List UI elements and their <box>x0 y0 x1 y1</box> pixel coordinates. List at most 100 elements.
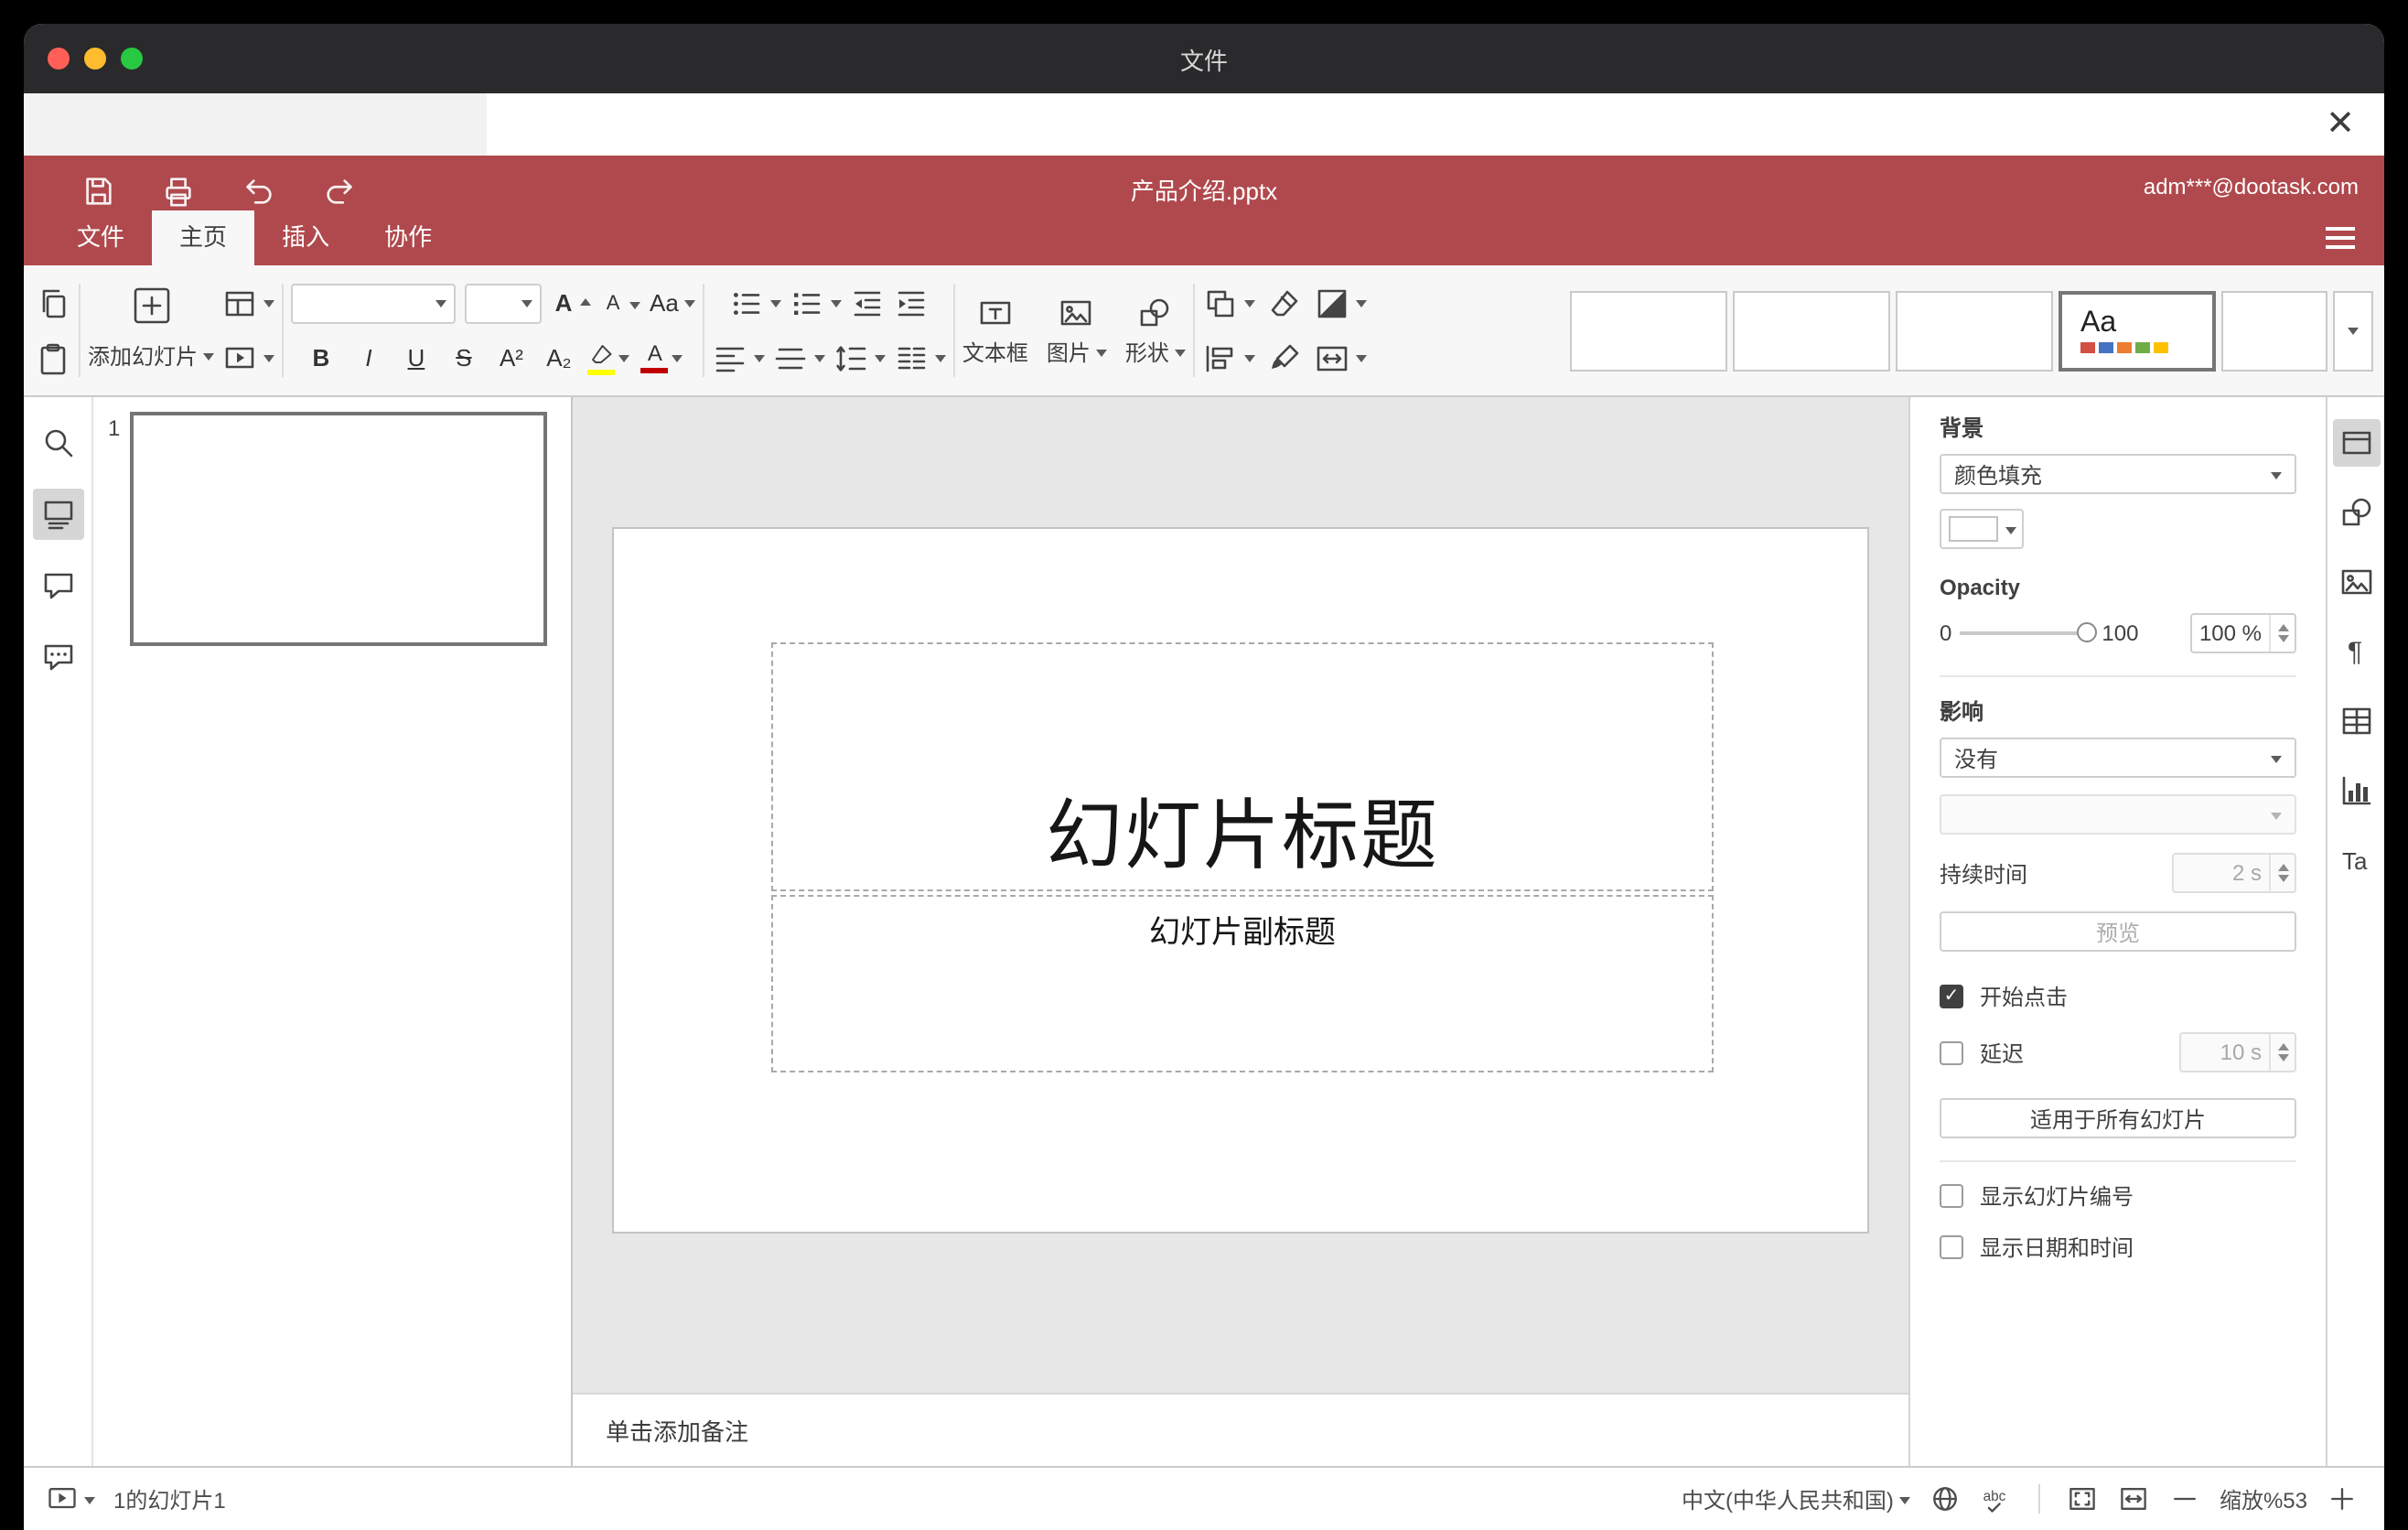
opacity-input[interactable]: 100 % <box>2190 613 2296 653</box>
copy-button[interactable] <box>35 281 71 325</box>
subtitle-placeholder[interactable]: 幻灯片副标题 <box>771 895 1714 1072</box>
slide-thumbnail[interactable] <box>130 412 547 646</box>
title-placeholder[interactable]: 幻灯片标题 <box>771 642 1714 891</box>
panel-paragraph-settings-button[interactable]: ¶ <box>2332 628 2380 675</box>
color-scheme-button[interactable] <box>1314 281 1367 325</box>
spinner-arrows[interactable] <box>2269 615 2295 652</box>
show-slide-number-checkbox[interactable] <box>1940 1184 1963 1208</box>
insert-textbox-button[interactable]: 文本框 <box>962 294 1028 367</box>
font-name-select[interactable] <box>291 283 457 323</box>
theme-tile[interactable] <box>1570 290 1727 371</box>
tab-collaboration[interactable]: 协作 <box>357 210 459 265</box>
user-email: adm***@dootask.com <box>2143 174 2359 199</box>
insert-image-button[interactable]: 图片 <box>1047 294 1107 367</box>
sidebar-comments-button[interactable] <box>32 560 83 611</box>
increase-font-button[interactable]: A <box>551 281 592 325</box>
superscript-button[interactable]: A² <box>493 336 530 380</box>
sidebar-chat-button[interactable] <box>32 631 83 683</box>
effect-select[interactable]: 没有 <box>1940 738 2296 778</box>
sidebar-slides-button[interactable] <box>32 489 83 540</box>
sidebar-search-button[interactable] <box>32 417 83 469</box>
show-date-time-checkbox[interactable] <box>1940 1235 1963 1259</box>
spellcheck-button[interactable]: abc <box>1980 1479 2013 1519</box>
arrange-shape-button[interactable] <box>1202 281 1255 325</box>
fit-slide-button[interactable] <box>2066 1479 2099 1519</box>
background-fill-select[interactable]: 颜色填充 <box>1940 454 2296 494</box>
increase-indent-button[interactable] <box>893 281 930 325</box>
paragraph-settings-icon: ¶ <box>2347 637 2361 667</box>
menu-icon[interactable] <box>2326 227 2355 249</box>
start-on-click-checkbox[interactable]: ✓ <box>1940 985 1963 1008</box>
copy-style-button[interactable] <box>1266 336 1303 380</box>
close-window-button[interactable] <box>48 48 70 70</box>
add-slide-menu-button[interactable]: 添加幻灯片 <box>88 333 215 377</box>
paste-button[interactable] <box>35 336 71 380</box>
bold-button[interactable]: B <box>303 336 339 380</box>
decrease-indent-button[interactable] <box>849 281 886 325</box>
underline-button[interactable]: U <box>398 336 435 380</box>
add-slide-button[interactable] <box>131 284 171 328</box>
zoom-in-button[interactable] <box>2326 1479 2359 1519</box>
tab-insert[interactable]: 插入 <box>254 210 357 265</box>
change-layout-button[interactable] <box>221 281 275 325</box>
line-spacing-button[interactable] <box>833 336 886 380</box>
notes-area[interactable]: 单击添加备注 <box>573 1393 1908 1466</box>
highlight-color-button[interactable] <box>587 336 616 380</box>
subscript-button[interactable]: A₂ <box>541 336 577 380</box>
panel-chart-settings-button[interactable] <box>2332 767 2380 814</box>
slide[interactable]: 幻灯片标题 幻灯片副标题 <box>612 527 1869 1234</box>
columns-button[interactable] <box>893 336 946 380</box>
theme-tile[interactable] <box>1733 290 1890 371</box>
panel-slide-settings-button[interactable] <box>2332 419 2380 467</box>
horizontal-align-button[interactable] <box>712 336 765 380</box>
comment-icon <box>43 573 72 599</box>
bullet-list-button[interactable] <box>728 281 781 325</box>
numbered-list-button[interactable] <box>789 281 842 325</box>
right-icon-rail: ¶ Ta <box>2326 397 2384 1466</box>
theme-tile-selected[interactable]: Aa <box>2059 290 2216 371</box>
zoom-out-button[interactable] <box>2168 1479 2201 1519</box>
language-select[interactable]: 中文(中华人民共和国) <box>1682 1479 1910 1519</box>
delay-checkbox[interactable] <box>1940 1040 1963 1064</box>
minimize-window-button[interactable] <box>84 48 106 70</box>
font-color-button[interactable]: A <box>640 336 669 380</box>
vertical-align-button[interactable] <box>772 336 825 380</box>
eraser-icon <box>1271 289 1298 316</box>
slide-size-icon <box>1317 345 1348 371</box>
panel-textart-settings-button[interactable]: Ta <box>2332 836 2380 884</box>
palette-swatch <box>2135 342 2150 354</box>
theme-tile[interactable] <box>2221 290 2327 371</box>
decrease-font-button[interactable]: A <box>600 281 641 325</box>
panel-table-settings-button[interactable] <box>2332 697 2380 745</box>
tab-home[interactable]: 主页 <box>152 210 255 265</box>
align-shape-button[interactable] <box>1202 336 1255 380</box>
strikeout-button[interactable]: S <box>446 336 482 380</box>
close-icon[interactable]: ✕ <box>2326 107 2355 142</box>
theme-gallery-more-button[interactable] <box>2333 290 2373 371</box>
font-size-select[interactable] <box>465 283 543 323</box>
numbered-list-icon <box>793 292 821 314</box>
insert-shape-button[interactable]: 形状 <box>1125 294 1186 367</box>
maximize-window-button[interactable] <box>121 48 143 70</box>
change-case-button[interactable]: Aa <box>650 281 695 325</box>
fit-width-button[interactable] <box>2117 1479 2150 1519</box>
slide-counter: 1的幻灯片1 <box>113 1487 226 1513</box>
panel-image-settings-button[interactable] <box>2332 558 2380 606</box>
panel-shape-settings-button[interactable] <box>2332 489 2380 536</box>
clear-style-button[interactable] <box>1266 281 1303 325</box>
tab-file[interactable]: 文件 <box>49 210 152 265</box>
status-start-slideshow-button[interactable] <box>46 1479 95 1519</box>
slide-size-button[interactable] <box>1314 336 1367 380</box>
notes-placeholder-text: 单击添加备注 <box>606 1418 749 1446</box>
bold-icon: B <box>312 344 330 372</box>
apply-all-button[interactable]: 适用于所有幻灯片 <box>1940 1098 2296 1138</box>
slider-knob[interactable] <box>2076 622 2097 642</box>
italic-button[interactable]: I <box>350 336 387 380</box>
opacity-slider[interactable] <box>1959 620 2097 646</box>
check-icon: ✓ <box>1943 986 1960 1007</box>
start-slideshow-button[interactable] <box>221 336 275 380</box>
background-color-picker[interactable] <box>1940 509 2024 549</box>
set-language-button[interactable] <box>1929 1479 1962 1519</box>
slide-canvas[interactable]: 幻灯片标题 幻灯片副标题 <box>573 397 1908 1393</box>
theme-tile[interactable] <box>1896 290 2053 371</box>
